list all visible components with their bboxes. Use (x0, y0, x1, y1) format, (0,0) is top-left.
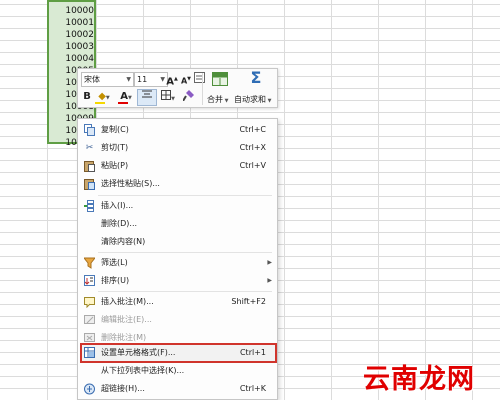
grow-font-button[interactable]: A▲ (166, 72, 178, 88)
menu-separator (98, 291, 272, 292)
autosum-button[interactable]: Σ (246, 68, 266, 91)
menu-item-label: 插入批注(M)... (101, 297, 154, 306)
menu-item-label: 筛选(L) (101, 258, 128, 267)
submenu-arrow-icon: ▶ (267, 259, 272, 266)
format-painter-button[interactable] (181, 90, 195, 104)
cell-value[interactable]: 10000 (50, 5, 94, 17)
paste-special-icon (83, 178, 96, 190)
menu-item-shortcut: Ctrl+V (239, 161, 266, 170)
menu-separator (98, 195, 272, 196)
format-cells-icon (83, 347, 96, 359)
paste-icon (83, 160, 96, 172)
chevron-down-icon: ▼ (266, 98, 272, 104)
menu-item-label: 编辑批注(E)... (101, 315, 152, 324)
chevron-down-icon: ▼ (171, 96, 175, 102)
menu-item-clear-contents[interactable]: 清除内容(N) (79, 233, 276, 251)
menu-item-sort[interactable]: 排序(U) ▶ (79, 272, 276, 290)
menu-separator (98, 252, 272, 253)
menu-item-shortcut: Ctrl+C (239, 125, 266, 134)
merge-button[interactable] (207, 72, 233, 92)
chevron-down-icon: ▼ (105, 95, 110, 101)
sigma-icon: Σ (250, 68, 262, 87)
autosum-label[interactable]: 自动求和 ▼ (234, 94, 271, 105)
menu-item-copy[interactable]: 复制(C) Ctrl+C (79, 121, 276, 139)
toolbar-divider (202, 73, 203, 105)
menu-item-shortcut: Ctrl+1 (239, 348, 266, 357)
bold-button[interactable]: B (82, 90, 92, 104)
menu-item-label: 设置单元格格式(F)... (101, 348, 176, 357)
merge-cells-icon (212, 72, 228, 86)
menu-item-filter[interactable]: 筛选(L) ▶ (79, 254, 276, 272)
delete-comment-icon (83, 332, 96, 344)
autosum-label-text: 自动求和 (234, 95, 266, 104)
context-menu: 复制(C) Ctrl+C ✂ 剪切(T) Ctrl+X 粘贴(P) Ctrl+V… (77, 118, 278, 400)
menu-item-paste[interactable]: 粘贴(P) Ctrl+V (79, 157, 276, 175)
borders-button[interactable]: ▼ (158, 90, 178, 104)
down-arrow-icon: ▼ (187, 76, 192, 82)
menu-item-shortcut: Shift+F2 (231, 297, 266, 306)
menu-item-label: 从下拉列表中选择(K)... (101, 366, 185, 375)
menu-item-shortcut: Ctrl+X (239, 143, 266, 152)
mini-toolbar: 宋体 ▼ 11 ▼ A▲ A▼ B ◆▼ A▼ ▼ 合并 ▼ Σ 自动求和 ▼ (77, 68, 278, 108)
menu-item-hyperlink[interactable]: 超链接(H)... Ctrl+K (79, 380, 276, 398)
cell-value[interactable]: 10004 (50, 53, 94, 65)
grow-font-icon: A (166, 76, 174, 88)
chevron-down-icon: ▼ (127, 95, 132, 101)
hyperlink-icon (83, 383, 96, 395)
copy-icon (83, 124, 96, 136)
merge-label[interactable]: 合并 ▼ (207, 94, 228, 105)
menu-item-paste-special[interactable]: 选择性粘贴(S)... (79, 175, 276, 193)
align-center-icon (142, 90, 152, 98)
menu-item-label: 粘贴(P) (101, 161, 129, 170)
font-name-value: 宋体 (84, 75, 100, 84)
menu-item-label: 插入(I)... (101, 201, 134, 210)
menu-item-label: 剪切(T) (101, 143, 129, 152)
menu-item-format-cells[interactable]: 设置单元格格式(F)... Ctrl+1 (79, 344, 276, 362)
fill-color-swatch (95, 102, 105, 104)
chevron-down-icon: ▼ (126, 76, 131, 83)
scissors-icon: ✂ (85, 143, 94, 153)
menu-item-label: 排序(U) (101, 276, 130, 285)
border-icon (161, 90, 172, 100)
menu-item-insert-comment[interactable]: 插入批注(M)... Shift+F2 (79, 293, 276, 311)
sort-icon (83, 275, 96, 287)
menu-item-label: 超链接(H)... (101, 384, 145, 393)
cell-style-button[interactable] (193, 72, 205, 86)
align-button[interactable] (137, 89, 157, 106)
cell-value[interactable]: 10003 (50, 41, 94, 53)
filter-icon (82, 257, 97, 269)
menu-item-delete[interactable]: 删除(D)... (79, 215, 276, 233)
font-color-button[interactable]: A▼ (116, 90, 136, 104)
watermark-logo: 云南龙网 (363, 364, 475, 395)
cell-value[interactable]: 10002 (50, 29, 94, 41)
format-painter-icon (181, 90, 194, 102)
up-arrow-icon: ▲ (173, 76, 178, 82)
menu-item-label: 选择性粘贴(S)... (101, 179, 160, 188)
paint-bucket-icon: ◆ (98, 91, 106, 102)
chevron-down-icon: ▼ (160, 76, 165, 83)
fill-color-button[interactable]: ◆▼ (94, 90, 114, 104)
font-name-select[interactable]: 宋体 ▼ (81, 72, 134, 87)
menu-item-pick-from-list[interactable]: 从下拉列表中选择(K)... (79, 362, 276, 380)
cell-value[interactable]: 10001 (50, 17, 94, 29)
font-size-value: 11 (137, 75, 148, 84)
menu-item-insert[interactable]: 插入(I)... (79, 197, 276, 215)
submenu-arrow-icon: ▶ (267, 277, 272, 284)
shrink-font-button[interactable]: A▼ (180, 72, 192, 86)
font-color-icon: A (120, 91, 128, 102)
menu-item-label: 复制(C) (101, 125, 129, 134)
chevron-down-icon: ▼ (223, 98, 229, 104)
menu-item-shortcut: Ctrl+K (239, 384, 266, 393)
menu-item-label: 清除内容(N) (101, 237, 146, 246)
menu-item-cut[interactable]: ✂ 剪切(T) Ctrl+X (79, 139, 276, 157)
font-color-swatch (118, 102, 128, 104)
menu-item-label: 删除(D)... (101, 219, 138, 228)
comment-icon (83, 296, 96, 309)
font-size-select[interactable]: 11 ▼ (134, 72, 168, 87)
menu-item-edit-comment[interactable]: 编辑批注(E)... (79, 311, 276, 329)
edit-comment-icon (83, 314, 96, 326)
insert-icon (83, 200, 96, 212)
merge-label-text: 合并 (207, 95, 223, 104)
bold-icon: B (83, 91, 91, 102)
